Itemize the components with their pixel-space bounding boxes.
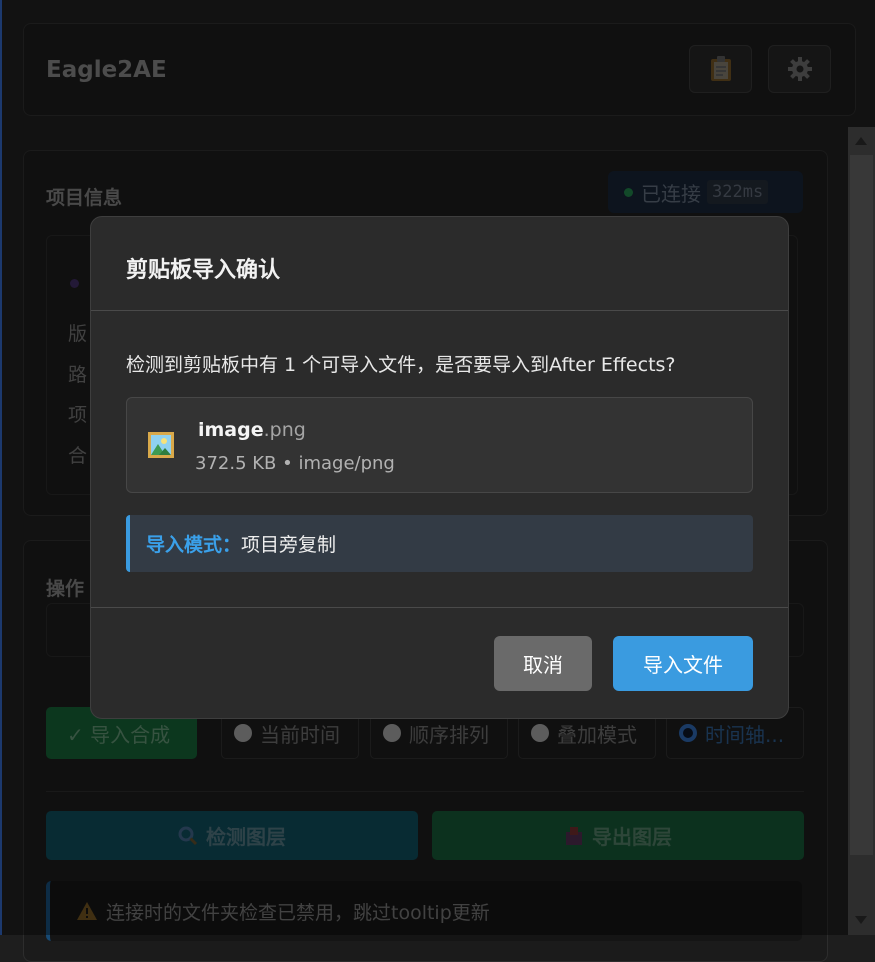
import-mode-label: 导入模式： <box>146 534 242 556</box>
dialog-header-divider <box>91 310 788 311</box>
file-extension: .png <box>263 419 306 441</box>
clipboard-import-dialog: 剪贴板导入确认 检测到剪贴板中有 1 个可导入文件，是否要导入到After Ef… <box>90 216 789 719</box>
import-files-button[interactable]: 导入文件 <box>613 636 753 691</box>
file-item: image.png 372.5 KB • image/png <box>126 397 753 493</box>
image-file-icon <box>148 432 174 458</box>
dialog-title: 剪贴板导入确认 <box>126 258 281 283</box>
import-mode-value: 项目旁复制 <box>241 534 337 556</box>
file-meta: 372.5 KB • image/png <box>195 453 395 474</box>
file-name: image.png <box>198 419 306 441</box>
cancel-button[interactable]: 取消 <box>494 636 592 691</box>
dialog-message: 检测到剪贴板中有 1 个可导入文件，是否要导入到After Effects? <box>126 354 676 376</box>
file-basename: image <box>198 419 264 441</box>
dialog-footer-divider <box>91 607 788 608</box>
import-mode-note: 导入模式： 项目旁复制 <box>126 515 753 572</box>
